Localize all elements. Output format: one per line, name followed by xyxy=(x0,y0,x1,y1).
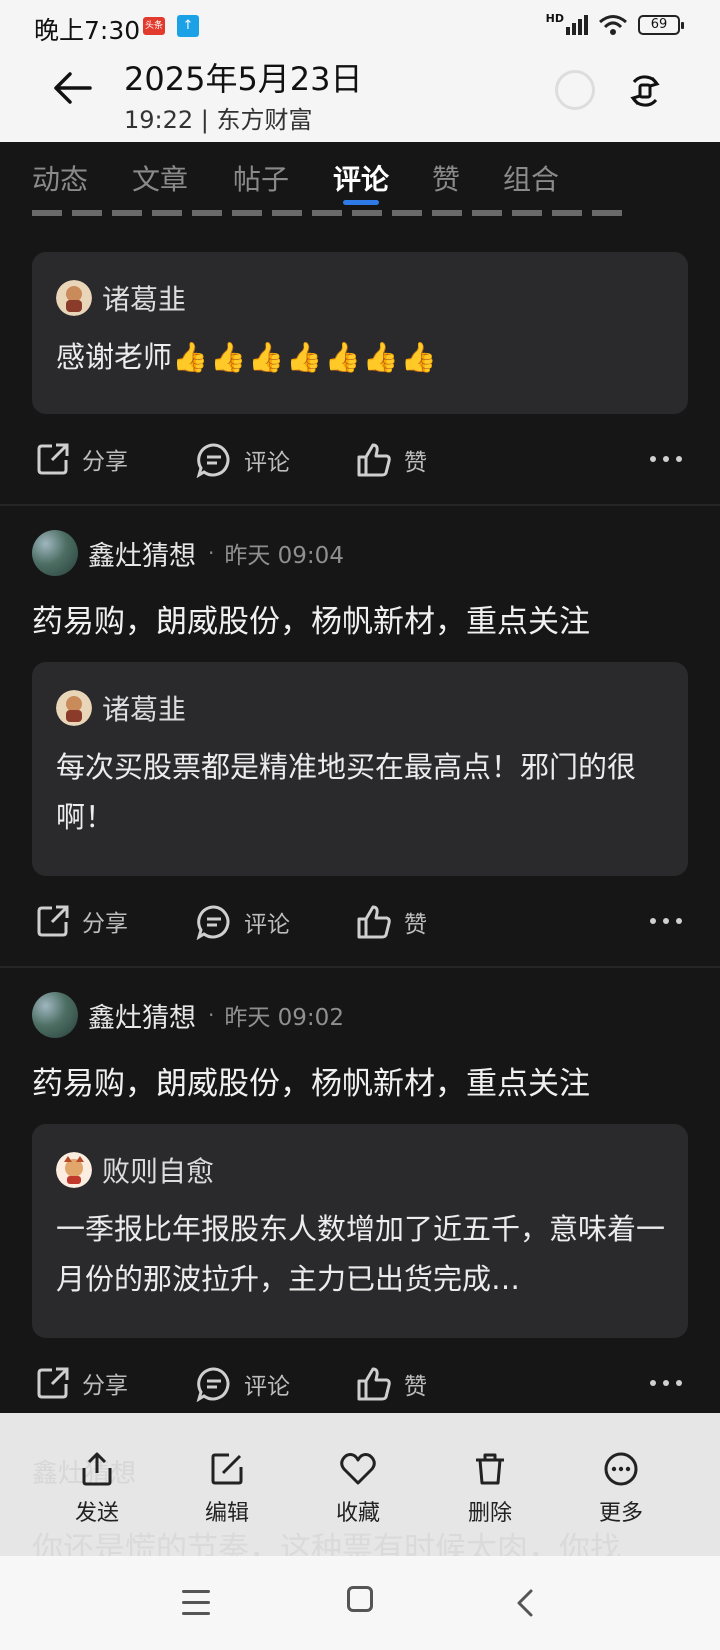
quoted-author: 诸葛韭 xyxy=(102,693,187,726)
divider xyxy=(0,966,720,968)
share-button[interactable]: 分享 xyxy=(36,1366,128,1400)
favorite-button[interactable]: 收藏 xyxy=(308,1451,408,1527)
status-bar: 晚上7:30 头条 ↑ HD 69 xyxy=(0,0,720,52)
tab-likes[interactable]: 赞 xyxy=(432,158,460,198)
back-icon[interactable] xyxy=(516,1588,534,1618)
home-icon[interactable] xyxy=(347,1586,373,1612)
share-button[interactable]: 分享 xyxy=(36,904,128,938)
like-button[interactable]: 赞 xyxy=(356,1366,427,1402)
divider xyxy=(0,504,720,506)
share-button[interactable]: 分享 xyxy=(36,442,128,476)
avatar xyxy=(56,280,92,316)
comment-button[interactable]: 评论 xyxy=(196,904,290,940)
comment-button[interactable]: 评论 xyxy=(196,1366,290,1402)
quoted-comment[interactable]: 诸葛韭 感谢老师👍👍👍👍👍👍👍 xyxy=(32,252,688,414)
tab-articles[interactable]: 文章 xyxy=(132,158,188,198)
quoted-author: 败则自愈 xyxy=(102,1155,215,1188)
share-icon xyxy=(37,905,69,937)
heart-icon xyxy=(340,1453,376,1485)
thumbs-up-emoji: 👍👍👍👍👍👍👍 xyxy=(172,340,439,374)
scrolled-text-fragment xyxy=(32,210,632,216)
action-bar: 分享 评论 赞 xyxy=(0,430,720,490)
post-header: 鑫灶猜想 · 昨天 09:02 xyxy=(32,992,344,1038)
tab-dynamics[interactable]: 动态 xyxy=(32,158,88,198)
share-icon xyxy=(37,1367,69,1399)
poster-name[interactable]: 鑫灶猜想 xyxy=(88,534,196,573)
news-app-badge-icon: 头条 xyxy=(143,17,165,35)
post-time: 昨天 09:02 xyxy=(224,1005,344,1031)
post-header: 鑫灶猜想 · 昨天 09:04 xyxy=(32,530,344,576)
avatar xyxy=(56,1152,92,1188)
edit-icon xyxy=(211,1453,243,1485)
comment-icon xyxy=(196,443,230,478)
like-button[interactable]: 赞 xyxy=(356,442,427,478)
quoted-text: 每次买股票都是精准地买在最高点！邪门的很啊！ xyxy=(56,750,637,834)
post-text: 药易购，朗威股份，杨帆新材，重点关注 xyxy=(32,604,590,640)
quoted-text: 一季报比年报股东人数增加了近五千，意味着一月份的那波拉升，主力已出货完成… xyxy=(56,1212,666,1296)
poster-name[interactable]: 鑫灶猜想 xyxy=(88,996,196,1035)
send-icon xyxy=(82,1452,112,1486)
tab-comments[interactable]: 评论 xyxy=(333,158,389,198)
search-icon xyxy=(555,70,595,110)
post-time: 昨天 09:04 xyxy=(224,543,344,569)
quoted-author: 诸葛韭 xyxy=(102,283,187,316)
profile-tabs: 动态 文章 帖子 评论 赞 组合 xyxy=(0,142,720,210)
thumbs-up-icon xyxy=(357,905,391,939)
trash-icon xyxy=(476,1453,504,1485)
wifi-icon xyxy=(599,15,627,35)
more-button[interactable]: 更多 xyxy=(571,1451,671,1527)
quoted-text: 感谢老师👍👍👍👍👍👍👍 xyxy=(56,340,439,374)
comment-button[interactable]: 评论 xyxy=(196,442,290,478)
page-title: 2025年5月23日 xyxy=(124,60,363,98)
share-icon xyxy=(37,443,69,475)
avatar[interactable] xyxy=(32,992,78,1038)
upload-badge-icon: ↑ xyxy=(177,15,199,37)
status-time: 晚上7:30 xyxy=(34,16,141,45)
quoted-comment[interactable]: 诸葛韭 每次买股票都是精准地买在最高点！邪门的很啊！ xyxy=(32,662,688,876)
action-bar: 分享 评论 赞 xyxy=(0,1354,720,1414)
more-options-icon[interactable] xyxy=(650,456,682,462)
action-bar: 分享 评论 赞 xyxy=(0,892,720,952)
rotate-screen-icon[interactable] xyxy=(626,72,664,110)
back-arrow-icon[interactable] xyxy=(52,70,92,106)
active-tab-indicator xyxy=(343,200,379,205)
delete-button[interactable]: 删除 xyxy=(440,1451,540,1527)
battery-icon: 69 xyxy=(638,15,684,35)
tab-portfolio[interactable]: 组合 xyxy=(503,158,559,198)
send-button[interactable]: 发送 xyxy=(47,1451,147,1527)
more-options-icon[interactable] xyxy=(650,918,682,924)
comment-icon xyxy=(196,905,230,940)
tab-posts[interactable]: 帖子 xyxy=(233,158,289,198)
avatar[interactable] xyxy=(32,530,78,576)
signal-icon: HD xyxy=(546,12,588,35)
edit-button[interactable]: 编辑 xyxy=(177,1451,277,1527)
thumbs-up-icon xyxy=(357,1367,391,1401)
page-header: 2025年5月23日 19:22 | 东方财富 xyxy=(0,52,720,142)
post-text: 药易购，朗威股份，杨帆新材，重点关注 xyxy=(32,1066,590,1102)
more-options-icon[interactable] xyxy=(650,1380,682,1386)
avatar xyxy=(56,690,92,726)
quoted-comment[interactable]: 败则自愈 一季报比年报股东人数增加了近五千，意味着一月份的那波拉升，主力已出货完… xyxy=(32,1124,688,1338)
thumbs-up-icon xyxy=(357,443,391,477)
recent-apps-icon[interactable] xyxy=(182,1590,210,1623)
like-button[interactable]: 赞 xyxy=(356,904,427,940)
system-nav-bar xyxy=(0,1556,720,1650)
bottom-action-sheet: 鑫灶猜想 你还是慌的节奏，这种票有时候太肉，你找 发送 编辑 收藏 删除 更多 xyxy=(0,1413,720,1567)
page-subtitle: 19:22 | 东方财富 xyxy=(124,106,313,134)
comment-icon xyxy=(196,1367,230,1402)
more-icon xyxy=(604,1452,638,1486)
